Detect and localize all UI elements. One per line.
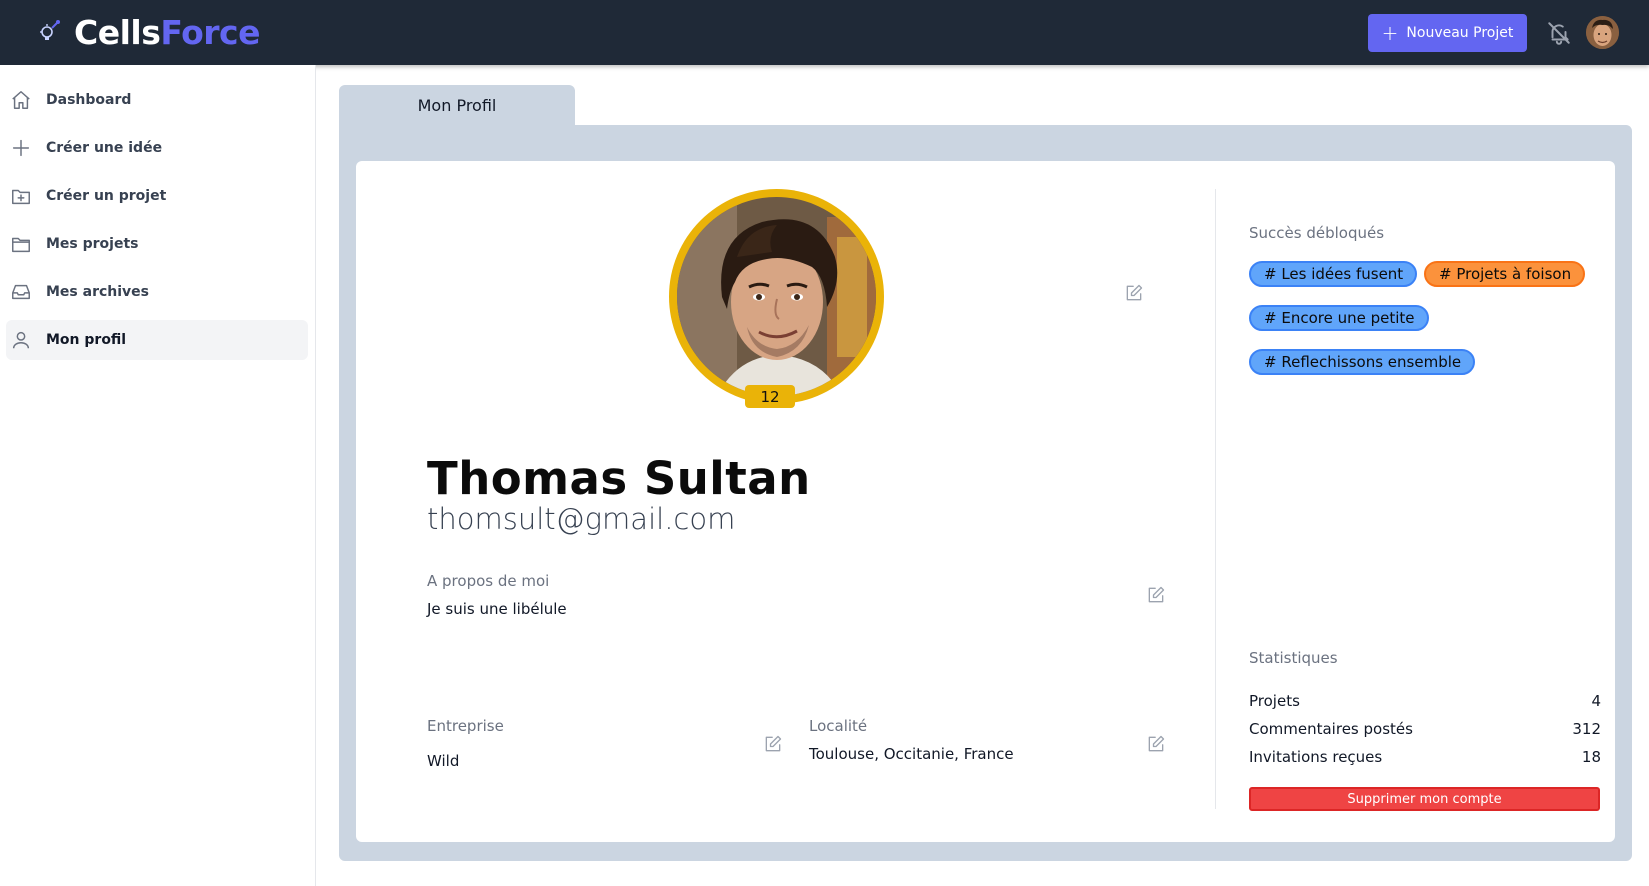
stat-label: Commentaires postés <box>1249 720 1413 738</box>
stat-row-projects: Projets 4 <box>1249 692 1601 714</box>
location-value: Toulouse, Occitanie, France <box>809 745 1014 763</box>
sidebar-item-create-idea[interactable]: Créer une idée <box>6 128 308 168</box>
stat-value: 18 <box>1581 748 1601 766</box>
new-project-button[interactable]: + Nouveau Projet <box>1368 14 1527 52</box>
profile-name: Thomas Sultan <box>427 452 811 505</box>
edit-location-icon[interactable] <box>1146 734 1166 754</box>
level-badge: 12 <box>745 385 795 408</box>
stat-value: 4 <box>1591 692 1601 710</box>
sidebar-item-dashboard[interactable]: Dashboard <box>6 80 308 120</box>
user-avatar[interactable] <box>1586 16 1619 49</box>
tab-my-profile[interactable]: Mon Profil <box>339 85 575 125</box>
edit-about-icon[interactable] <box>1146 585 1166 605</box>
plus-icon <box>9 136 33 160</box>
lightbulb-icon <box>36 19 62 45</box>
achievement-tag: # Encore une petite <box>1249 305 1429 331</box>
sidebar-item-label: Mon profil <box>46 332 127 348</box>
folder-plus-icon <box>9 184 33 208</box>
profile-photo <box>677 197 876 396</box>
app-name: CellsForce <box>74 13 260 52</box>
stat-row-comments: Commentaires postés 312 <box>1249 720 1601 742</box>
sidebar-item-my-profile[interactable]: Mon profil <box>6 320 308 360</box>
edit-avatar-icon[interactable] <box>1124 283 1144 303</box>
sidebar-item-label: Créer une idée <box>46 140 163 156</box>
edit-company-icon[interactable] <box>763 734 783 754</box>
column-divider <box>1215 189 1216 809</box>
stat-label: Projets <box>1249 692 1300 710</box>
stat-label: Invitations reçues <box>1249 748 1383 766</box>
logo-text-cells: Cells <box>74 12 161 52</box>
sidebar-item-label: Dashboard <box>46 92 132 108</box>
delete-account-button[interactable]: Supprimer mon compte <box>1249 787 1600 811</box>
sidebar-item-my-projects[interactable]: Mes projets <box>6 224 308 264</box>
sidebar: Dashboard Créer une idée Créer un projet… <box>0 65 316 886</box>
home-icon <box>9 88 33 112</box>
sidebar-item-create-project[interactable]: Créer un projet <box>6 176 308 216</box>
achievements-title: Succès débloqués <box>1249 224 1385 242</box>
sidebar-item-label: Mes projets <box>46 236 139 252</box>
location-label: Localité <box>809 717 868 735</box>
statistics-title: Statistiques <box>1249 649 1338 667</box>
company-label: Entreprise <box>427 717 504 735</box>
sidebar-item-label: Créer un projet <box>46 188 167 204</box>
notifications-off-icon[interactable] <box>1546 20 1572 46</box>
new-project-label: Nouveau Projet <box>1406 25 1514 41</box>
achievement-tag: # Projets à foison <box>1424 261 1586 287</box>
app-logo[interactable]: CellsForce <box>36 12 260 52</box>
profile-email: thomsult@gmail.com <box>427 502 736 536</box>
sidebar-item-label: Mes archives <box>46 284 150 300</box>
achievement-tag: # Les idées fusent <box>1249 261 1418 287</box>
plus-icon: + <box>1381 21 1399 45</box>
sidebar-item-my-archives[interactable]: Mes archives <box>6 272 308 312</box>
achievement-tag: # Reflechissons ensemble <box>1249 349 1476 375</box>
folder-icon <box>9 232 33 256</box>
stat-value: 312 <box>1572 720 1601 738</box>
company-value: Wild <box>427 752 460 770</box>
user-icon <box>9 328 33 352</box>
logo-text-force: Force <box>160 12 260 52</box>
top-bar: CellsForce + Nouveau Projet <box>0 0 1649 65</box>
stat-row-invitations: Invitations reçues 18 <box>1249 748 1601 770</box>
profile-avatar[interactable] <box>669 189 884 404</box>
about-value: Je suis une libélule <box>427 600 567 618</box>
about-label: A propos de moi <box>427 572 550 590</box>
inbox-icon <box>9 280 33 304</box>
